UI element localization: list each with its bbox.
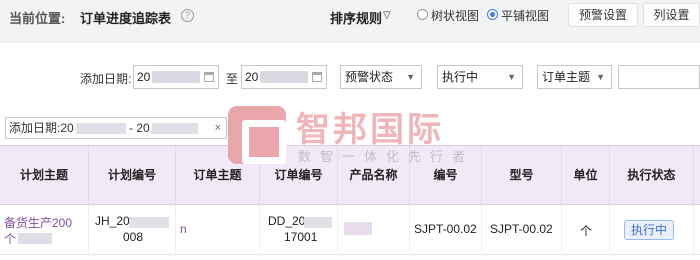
table-row[interactable]: 备货生产200 个 JH_20 008 n DD_20 17001 SJPT-0… [0,205,700,255]
redacted-block [304,217,332,228]
warning-status-value: 预警状态 [345,70,394,84]
cell-plan-subject[interactable]: 备货生产200 个 [0,205,89,255]
date-to-value: 20 [245,70,259,84]
exec-status-value: 执行中 [442,70,479,84]
chevron-down-icon: ▼ [507,72,516,82]
col-exec-status[interactable]: 执行状态 [610,146,694,204]
date-range-separator: 至 [226,72,239,86]
tree-view-label[interactable]: 树状视图 [431,7,479,24]
sort-rule-dropdown[interactable]: 排序规则 [330,8,382,27]
cell-plan-no: JH_20 008 [89,205,176,255]
top-toolbar: 当前位置: 订单进度追踪表 ? 排序规则 ▽ 树状视图 平铺视图 预警设置 列设… [0,0,700,42]
cell-exec-status: 执行中 [610,205,694,255]
cell-unit: 个 [562,205,610,255]
date-to-input[interactable]: 20 [241,65,327,89]
warning-status-select[interactable]: 预警状态 ▼ [340,65,422,89]
active-filter-tag: 添加日期:20 - 20 × [5,117,227,139]
cell-order-subject[interactable]: n [176,205,260,255]
unit: 个 [580,224,593,238]
redacted-block [152,71,200,83]
chevron-down-icon: ▼ [406,72,415,82]
question-circle-icon[interactable]: ? [181,9,194,22]
plan-no: JH_20 [95,214,130,228]
cell-product-name [338,205,410,255]
tag-middle: - 20 [125,121,150,135]
model: SJPT-00.02 [490,222,553,236]
col-plan-no[interactable]: 计划编号 [89,146,176,204]
brand-watermark-text: 智邦国际 [296,111,444,149]
tree-view-radio[interactable] [417,9,428,20]
chevron-down-icon[interactable]: ▽ [383,10,391,21]
warning-settings-button[interactable]: 预警设置 [568,3,638,27]
search-input[interactable] [618,65,700,89]
date-from-value: 20 [137,70,151,84]
page-title: 订单进度追踪表 [80,11,172,26]
brand-watermark-slogan: 数智一体化先行者 [298,149,475,164]
redacted-block [260,71,308,83]
col-plan-subject[interactable]: 计划主题 [0,146,89,204]
cell-model: SJPT-00.02 [482,205,562,255]
order-no-cont: 17001 [284,230,318,244]
order-subject-value: 订单主题 [542,70,591,84]
redacted-block [18,233,52,244]
order-subject-select[interactable]: 订单主题 ▼ [537,65,612,89]
close-icon[interactable]: × [215,118,221,138]
chevron-down-icon: ▼ [596,72,605,82]
exec-status-select[interactable]: 执行中 ▼ [437,65,523,89]
order-no: DD_20 [268,214,306,228]
redacted-block [151,123,198,135]
status-badge: 执行中 [624,220,675,240]
cell-order-no: DD_20 17001 [260,205,338,255]
redacted-block [129,217,169,228]
date-from-input[interactable]: 20 [133,65,219,89]
plan-subject-link[interactable]: 备货生产200 [4,214,72,231]
col-model[interactable]: 型号 [482,146,562,204]
tag-prefix: 添加日期:20 [9,121,74,135]
cell-code: SJPT-00.02 [410,205,482,255]
order-subject-link[interactable]: n [180,222,187,236]
code: SJPT-00.02 [414,222,477,236]
plan-no-cont: 008 [123,230,144,244]
plan-subject-link-cont[interactable]: 个 [4,230,16,247]
column-settings-button[interactable]: 列设置 [643,3,700,27]
calendar-icon[interactable] [204,72,214,82]
redacted-block [75,123,126,135]
col-unit[interactable]: 单位 [562,146,610,204]
breadcrumb-label: 当前位置: [9,11,66,26]
redacted-block [344,222,372,235]
calendar-icon[interactable] [312,72,322,82]
flat-view-radio[interactable] [487,9,498,20]
flat-view-label[interactable]: 平铺视图 [501,7,549,24]
brand-logo-watermark [228,106,286,164]
date-filter-label: 添加日期: [80,72,132,86]
